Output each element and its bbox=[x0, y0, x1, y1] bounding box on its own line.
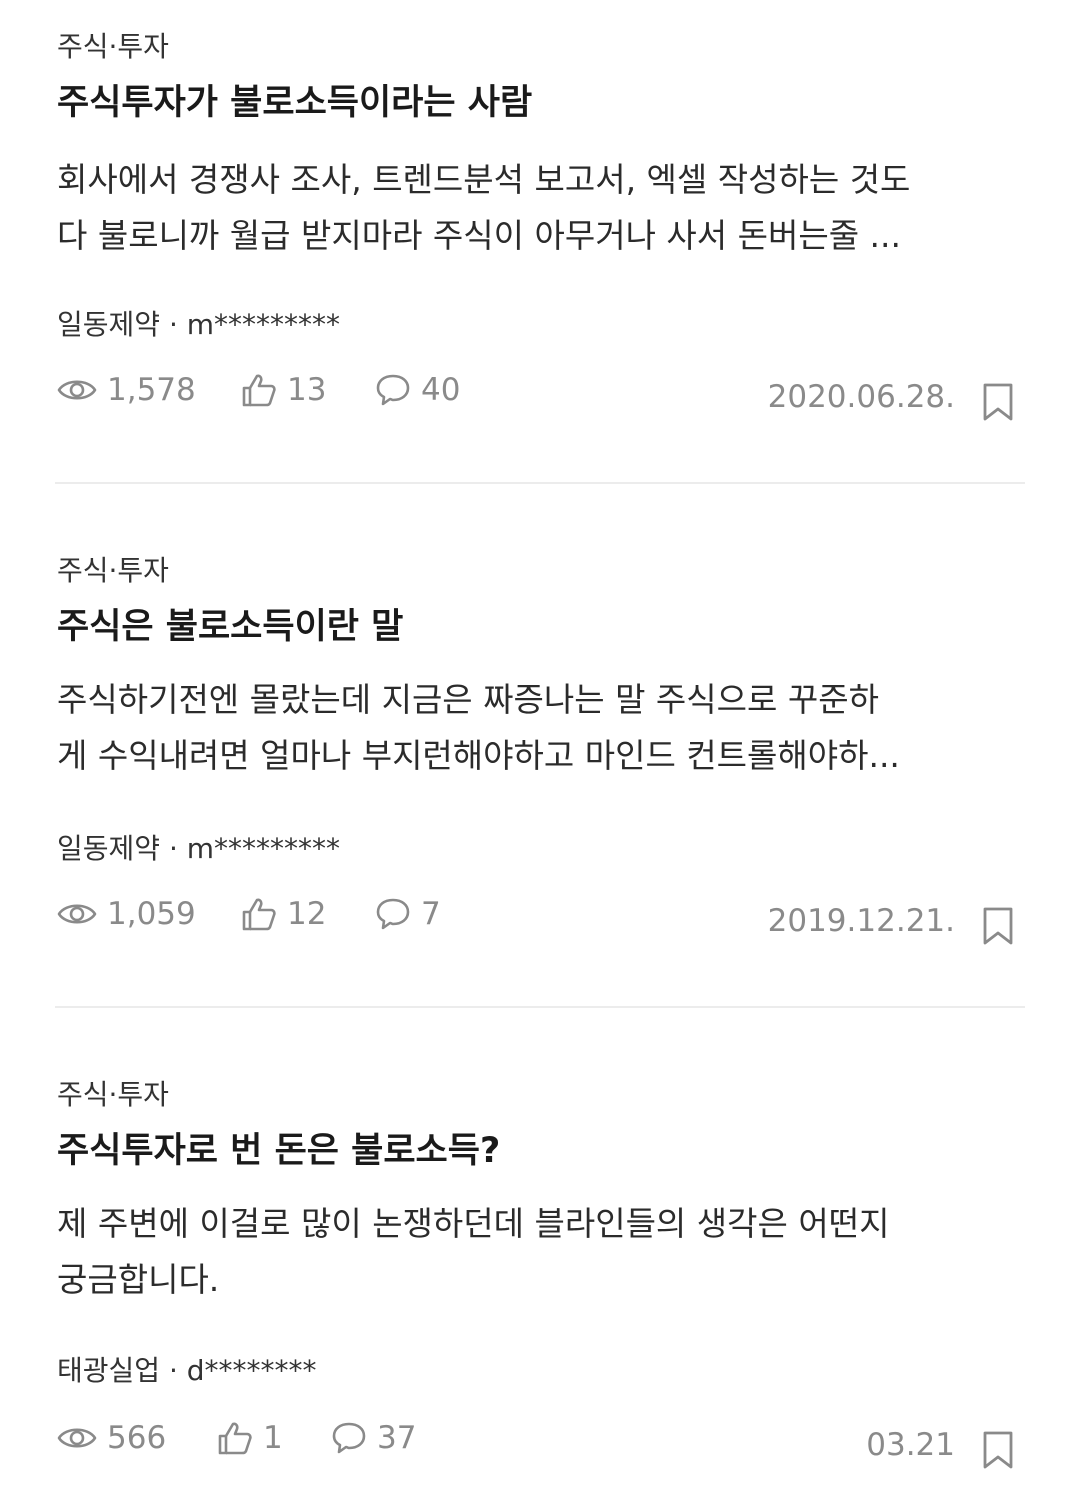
like-count[interactable]: 12 bbox=[241, 894, 326, 934]
bookmark-button[interactable] bbox=[981, 382, 1015, 422]
comment-count[interactable]: 37 bbox=[331, 1418, 416, 1458]
post-author[interactable]: 태광실업 · d******** bbox=[57, 1354, 317, 1388]
thumbs-up-icon bbox=[218, 1422, 252, 1455]
post-excerpt-line: 게 수익내려면 얼마나 부지런해야하고 마인드 컨트롤해야하... bbox=[57, 736, 900, 775]
post-card[interactable]: 주식·투자 주식투자로 번 돈은 불로소득? 제 주변에 이걸로 많이 논쟁하던… bbox=[57, 1078, 1025, 1491]
like-count[interactable]: 1 bbox=[217, 1418, 283, 1458]
like-count-value: 13 bbox=[287, 372, 327, 408]
post-card[interactable]: 주식·투자 주식은 불로소득이란 말 주식하기전엔 몰랐는데 지금은 짜증나는 … bbox=[57, 554, 1025, 984]
speech-bubble-icon bbox=[376, 374, 410, 406]
post-date: 2020.06.28. bbox=[767, 379, 955, 415]
post-date: 03.21 bbox=[866, 1427, 955, 1463]
post-excerpt-line: 주식하기전엔 몰랐는데 지금은 짜증나는 말 주식으로 꾸준하 bbox=[57, 680, 879, 719]
divider bbox=[55, 482, 1025, 484]
eye-icon bbox=[57, 1428, 97, 1448]
bookmark-icon bbox=[983, 907, 1013, 945]
view-count: 1,578 bbox=[57, 370, 196, 410]
post-excerpt-line: 회사에서 경쟁사 조사, 트렌드분석 보고서, 엑셀 작성하는 것도 bbox=[57, 160, 911, 199]
comment-count-value: 40 bbox=[421, 372, 461, 408]
view-count-value: 566 bbox=[107, 1420, 167, 1456]
post-category: 주식·투자 bbox=[57, 554, 169, 587]
view-count-value: 1,578 bbox=[107, 372, 196, 408]
eye-icon bbox=[57, 904, 97, 924]
post-title[interactable]: 주식투자가 불로소득이라는 사람 bbox=[57, 82, 532, 124]
like-count-value: 12 bbox=[287, 896, 327, 932]
comment-count-value: 7 bbox=[421, 896, 441, 932]
bookmark-icon bbox=[983, 1431, 1013, 1469]
post-excerpt-line: 제 주변에 이걸로 많이 논쟁하던데 블라인들의 생각은 어떤지 bbox=[57, 1204, 890, 1243]
speech-bubble-icon bbox=[332, 1422, 366, 1454]
post-excerpt: 주식하기전엔 몰랐는데 지금은 짜증나는 말 주식으로 꾸준하 게 수익내려면 … bbox=[57, 672, 1025, 784]
bookmark-button[interactable] bbox=[981, 1430, 1015, 1470]
post-date: 2019.12.21. bbox=[767, 903, 955, 939]
post-stats: 1,578 13 40 2020.06.28. bbox=[57, 370, 1025, 421]
divider bbox=[55, 1006, 1025, 1008]
speech-bubble-icon bbox=[376, 898, 410, 930]
bookmark-icon bbox=[983, 383, 1013, 421]
post-excerpt: 제 주변에 이걸로 많이 논쟁하던데 블라인들의 생각은 어떤지 궁금합니다. bbox=[57, 1196, 1025, 1308]
thumbs-up-icon bbox=[242, 898, 276, 931]
post-author[interactable]: 일동제약 · m********* bbox=[57, 832, 340, 866]
post-card[interactable]: 주식·투자 주식투자가 불로소득이라는 사람 회사에서 경쟁사 조사, 트렌드분… bbox=[57, 30, 1025, 460]
comment-count[interactable]: 40 bbox=[375, 370, 460, 410]
comment-count[interactable]: 7 bbox=[375, 894, 441, 934]
post-category: 주식·투자 bbox=[57, 30, 169, 63]
post-excerpt-line: 다 불로니까 월급 받지마라 주식이 아무거나 사서 돈버는줄 ... bbox=[57, 216, 902, 255]
post-title[interactable]: 주식투자로 번 돈은 불로소득? bbox=[57, 1130, 500, 1172]
post-stats: 1,059 12 7 2019.12.21. bbox=[57, 894, 1025, 945]
post-stats: 566 1 37 03.21 bbox=[57, 1418, 1025, 1469]
post-title[interactable]: 주식은 불로소득이란 말 bbox=[57, 606, 403, 648]
view-count: 1,059 bbox=[57, 894, 196, 934]
post-excerpt: 회사에서 경쟁사 조사, 트렌드분석 보고서, 엑셀 작성하는 것도 다 불로니… bbox=[57, 152, 1025, 264]
post-category: 주식·투자 bbox=[57, 1078, 169, 1111]
bookmark-button[interactable] bbox=[981, 906, 1015, 946]
post-excerpt-line: 궁금합니다. bbox=[57, 1260, 220, 1299]
view-count: 566 bbox=[57, 1418, 166, 1458]
like-count[interactable]: 13 bbox=[241, 370, 326, 410]
post-author[interactable]: 일동제약 · m********* bbox=[57, 308, 340, 342]
view-count-value: 1,059 bbox=[107, 896, 196, 932]
eye-icon bbox=[57, 380, 97, 400]
like-count-value: 1 bbox=[263, 1420, 283, 1456]
comment-count-value: 37 bbox=[377, 1420, 417, 1456]
thumbs-up-icon bbox=[242, 374, 276, 407]
